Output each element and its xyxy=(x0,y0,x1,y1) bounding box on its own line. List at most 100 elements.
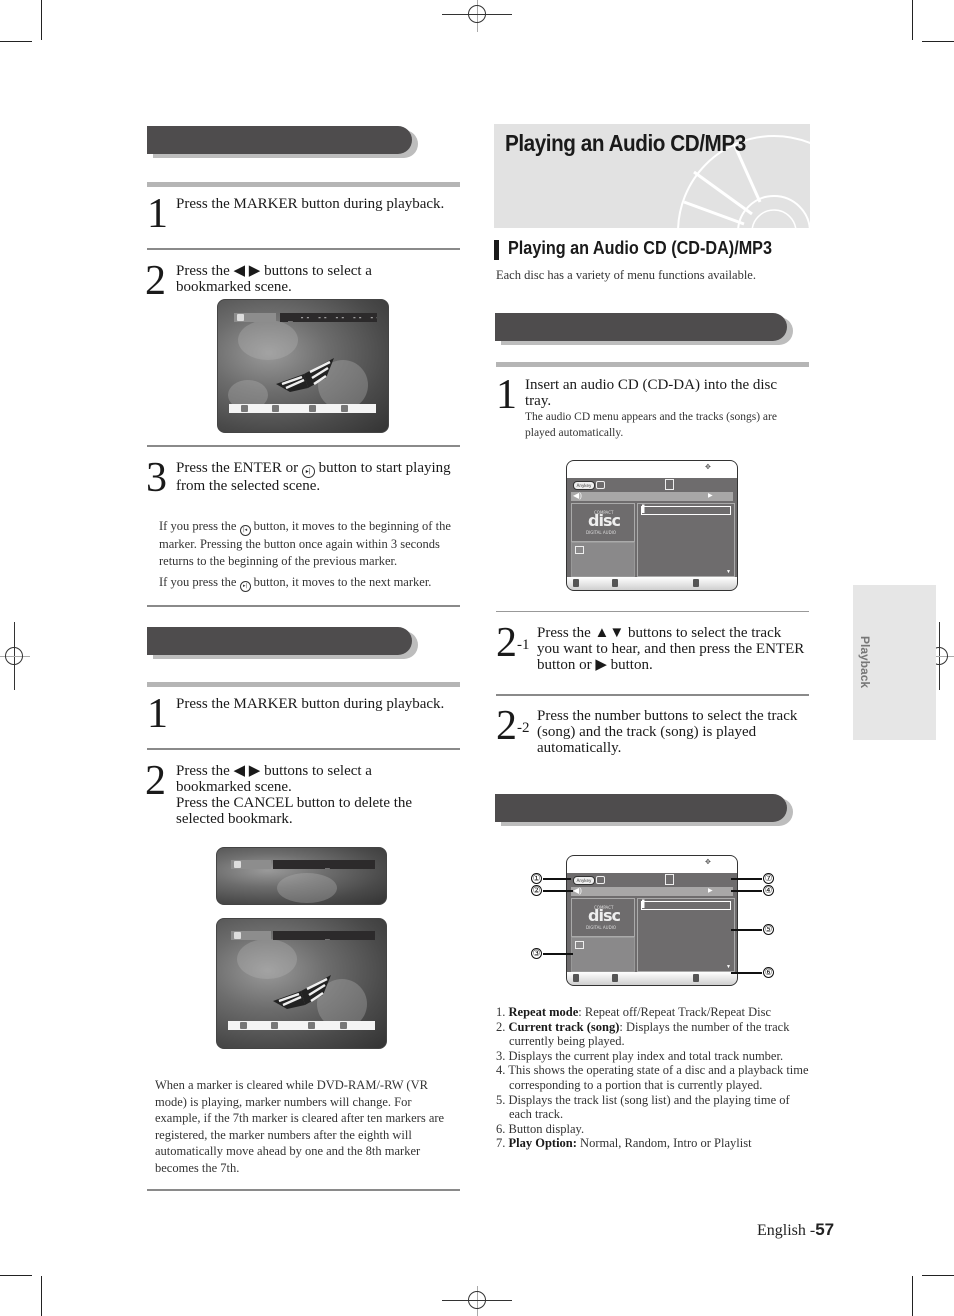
callout-line xyxy=(731,878,762,880)
divider xyxy=(147,1189,460,1191)
crop-mark xyxy=(922,41,954,42)
step-number: 2-2 xyxy=(496,703,530,749)
menu-legend: 1. Repeat mode: Repeat off/Repeat Track/… xyxy=(496,1005,812,1151)
divider xyxy=(147,605,460,607)
music-note-icon xyxy=(575,546,584,554)
status-bar: ◀) ▶ xyxy=(571,491,733,501)
crop-mark xyxy=(0,1275,32,1276)
legend-item: 3. Displays the current play index and t… xyxy=(496,1048,784,1063)
callout-line xyxy=(543,953,573,955)
callout-1: ① xyxy=(531,873,542,884)
crop-mark xyxy=(41,1276,42,1316)
speaker-icon: ◀) xyxy=(573,491,582,500)
button-icon xyxy=(573,579,579,587)
scroll-down-icon[interactable]: ▼ xyxy=(726,570,731,575)
cancel-icon xyxy=(309,405,316,412)
page-number: English -57 xyxy=(757,1220,835,1239)
crop-mark xyxy=(912,1276,913,1316)
video-screenshot: _ -- -- -- -- -- -- -- -- xyxy=(217,299,389,433)
skip-back-icon: |◂ xyxy=(239,525,251,536)
video-screenshot: _ xyxy=(216,847,387,905)
step-number: 2 xyxy=(145,258,166,304)
legend-item: 5. Displays the track list (song list) a… xyxy=(496,1092,790,1122)
marker-osd-label xyxy=(231,931,271,940)
repeat-icon xyxy=(596,876,605,884)
callout-line xyxy=(543,878,571,880)
step-text: Press the ◀ ▶ buttons to select a bookma… xyxy=(176,263,372,295)
chapter-title: Playing an Audio CD/MP3 xyxy=(505,130,746,156)
cancel-icon xyxy=(308,1022,315,1029)
crop-mark xyxy=(41,0,42,40)
step-text: Press the MARKER button during playback. xyxy=(176,196,445,212)
speaker-icon: ◀) xyxy=(573,886,582,895)
callout-3: ③ xyxy=(531,948,542,959)
divider xyxy=(147,248,460,250)
compact-disc-logo: COMPACT disc DIGITAL AUDIO xyxy=(571,898,635,937)
play-option-icon xyxy=(665,479,674,490)
track-list[interactable]: ▌ ▼ xyxy=(637,898,735,972)
note-text: If you press the ▸| button, it moves to … xyxy=(159,574,459,592)
selected-track[interactable]: ▌ xyxy=(641,900,731,910)
marker-osd-label xyxy=(231,860,271,869)
divider xyxy=(147,682,460,687)
scroll-down-icon[interactable]: ▼ xyxy=(726,965,731,970)
button-icon xyxy=(693,579,699,587)
callout-line xyxy=(731,929,762,931)
crop-mark xyxy=(912,0,913,40)
note-text: If you press the |◂ button, it moves to … xyxy=(159,519,451,568)
navigation-icon: ✥ xyxy=(705,463,711,471)
callout-line xyxy=(731,972,762,974)
marker-osd-label xyxy=(234,313,276,322)
return-icon xyxy=(241,405,248,412)
status-bar: ◀) ▶ xyxy=(571,886,733,896)
section-header-bar xyxy=(495,794,793,826)
audio-cd-menu: ✥ Anykey ◀) ▶ COMPACT disc DIGITAL AUDIO… xyxy=(566,460,738,591)
crop-mark xyxy=(922,1275,954,1276)
button-icon xyxy=(573,974,579,982)
audio-cd-menu-annotated: ✥ Anykey ◀) ▶ COMPACT disc DIGITAL AUDIO… xyxy=(566,855,738,986)
section-header-bar xyxy=(147,627,418,659)
step-text: Press the ◀ ▶ buttons to select a bookma… xyxy=(176,763,413,827)
anykey-badge: Anykey xyxy=(573,481,595,490)
callout-4: ④ xyxy=(763,885,774,896)
note-text: When a marker is cleared while DVD-RAM/-… xyxy=(155,1078,445,1175)
divider xyxy=(496,362,809,367)
divider xyxy=(496,694,809,696)
crop-mark xyxy=(0,41,32,42)
marker-icon xyxy=(234,932,241,939)
callout-5: ⑤ xyxy=(763,924,774,935)
compact-disc-logo: COMPACT disc DIGITAL AUDIO xyxy=(571,503,635,542)
play-index-panel xyxy=(571,937,635,972)
divider xyxy=(147,182,460,187)
callout-line xyxy=(731,890,762,892)
callout-7: ⑦ xyxy=(763,873,774,884)
step-number: 1 xyxy=(496,372,517,418)
section-title: Playing an Audio CD (CD-DA)/MP3 xyxy=(508,238,773,258)
step-number: 1 xyxy=(147,691,168,737)
skip-forward-icon: ▸| xyxy=(239,581,251,592)
step-number: 3 xyxy=(146,455,167,501)
step-text: Press the ▲▼ buttons to select the track… xyxy=(537,625,805,673)
callout-6: ⑥ xyxy=(763,967,774,978)
step-number: 1 xyxy=(147,191,168,237)
chapter-header: Playing an Audio CD/MP3 xyxy=(494,124,810,228)
legend-item: 7. Play Option: Normal, Random, Intro or… xyxy=(496,1136,752,1151)
butterfly-image xyxy=(273,975,331,1009)
button-bar xyxy=(567,577,737,590)
step-subtext: The audio CD menu appears and the tracks… xyxy=(525,411,777,439)
section-header-bar xyxy=(495,313,793,345)
divider xyxy=(496,611,809,612)
legend-item: 1. Repeat mode: Repeat off/Repeat Track/… xyxy=(496,1005,772,1019)
selected-track[interactable]: ▌ xyxy=(641,505,731,515)
marker-icon xyxy=(237,314,244,321)
track-list[interactable]: ▌ ▼ xyxy=(637,503,735,577)
legend-item: 4. This shows the operating state of a d… xyxy=(496,1063,809,1092)
callout-line xyxy=(543,890,573,892)
divider xyxy=(147,445,460,447)
registration-mark xyxy=(5,647,23,665)
callout-2: ② xyxy=(531,885,542,896)
button-icon xyxy=(612,579,618,587)
play-option-icon xyxy=(665,874,674,885)
play-state-icon: ▶ xyxy=(708,493,713,499)
button-icon xyxy=(612,974,618,982)
